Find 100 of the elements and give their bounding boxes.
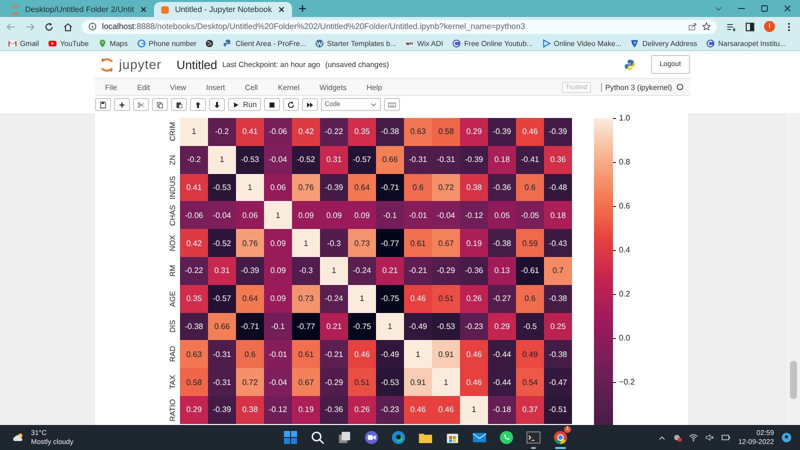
heatmap-cell: -0.2 [180, 146, 208, 174]
side-panel-icon[interactable] [745, 22, 755, 32]
heatmap-cell: 0.41 [236, 118, 264, 146]
heatmap-cell: 0.37 [516, 396, 544, 424]
reading-list-icon[interactable] [726, 22, 736, 32]
letter-w-icon [315, 38, 324, 48]
heatmap-cell: 0.61 [404, 229, 432, 257]
bookmark-icon-button[interactable] [205, 38, 214, 48]
globe-icon [205, 38, 214, 48]
scrollbar-thumb[interactable] [790, 361, 796, 399]
heatmap-cell: 0.91 [404, 368, 432, 396]
scissors-button[interactable] [133, 98, 149, 111]
colorbar-tick-label: 0.0 [619, 334, 630, 342]
clipboard-button[interactable] [171, 98, 187, 111]
heatmap-cell: -0.44 [488, 340, 516, 368]
heatmap-cell: 0.6 [516, 174, 544, 202]
notebook-title[interactable]: Untitled [176, 58, 218, 72]
heatmap-cell: -0.57 [208, 284, 236, 313]
reload-icon[interactable] [44, 22, 54, 32]
heatmap-cell: 0.42 [292, 118, 320, 146]
colorbar-tick-label: 1.0 [619, 114, 630, 122]
stop-button[interactable] [264, 98, 280, 111]
arrow-up-button[interactable] [190, 98, 206, 111]
heatmap-cell: -0.75 [376, 284, 404, 313]
phone-bubble-icon [499, 430, 514, 445]
heatmap-cell: -0.23 [460, 312, 488, 340]
heatmap-cell: -0.31 [208, 368, 236, 396]
maximize-icon[interactable] [760, 4, 769, 13]
heatmap-cell: 0.76 [292, 174, 320, 202]
heatmap-cell: 0.41 [180, 174, 208, 202]
browser-tab[interactable]: Desktop/Untitled Folder 2/Untit [4, 2, 154, 17]
envelope-icon [472, 430, 487, 445]
heatmap-cell: -0.29 [320, 368, 348, 396]
heatmap-cell: 1 [348, 284, 376, 313]
heatmap-cell: -0.48 [544, 174, 572, 202]
speaker-muted-icon[interactable] [705, 433, 714, 442]
wifi-icon[interactable] [689, 433, 698, 442]
heatmap-cell: -0.23 [376, 396, 404, 424]
logo-text: jupyter [119, 57, 162, 72]
heatmap-cell: 0.19 [460, 229, 488, 257]
heatmap-cell: 0.13 [488, 256, 516, 285]
heatmap-cell: 0.09 [264, 284, 292, 313]
share-icon[interactable] [688, 22, 697, 31]
heatmap-cell: 0.38 [236, 396, 264, 424]
heatmap-cell: 0.46 [348, 340, 376, 368]
close-icon[interactable] [276, 5, 286, 14]
windows-logo-icon [283, 430, 298, 445]
heatmap-cell: 0.7 [544, 256, 572, 285]
heatmap-cell: -0.39 [488, 118, 516, 146]
battery-icon[interactable] [721, 433, 732, 442]
heatmap-cell: -0.22 [180, 256, 208, 285]
heatmap-cell: -0.31 [432, 146, 460, 174]
heatmap-cell: 0.66 [208, 312, 236, 340]
heatmap-cell: -0.39 [544, 118, 572, 146]
restart-button[interactable] [282, 98, 299, 111]
heatmap-cell: 0.31 [320, 146, 348, 174]
notebook-icon [160, 4, 170, 14]
heatmap-cell: -0.01 [404, 201, 432, 230]
arrow-down-button[interactable] [209, 98, 225, 111]
heatmap-cell: 0.6 [236, 340, 264, 368]
heatmap-cell: -0.05 [516, 201, 544, 230]
heatmap-cell: 0.26 [460, 284, 488, 313]
fast-forward-icon [306, 100, 314, 108]
heatmap-cell: -0.38 [488, 229, 516, 257]
video-chat-icon [364, 430, 379, 445]
copy-button[interactable] [152, 98, 168, 111]
heatmap-cell: -0.06 [264, 118, 292, 146]
heatmap-cell: 0.58 [432, 118, 460, 146]
logo-arcs-icon [100, 56, 114, 72]
kernel-idle-circle-icon [676, 83, 684, 91]
chevron-up-icon[interactable] [658, 434, 666, 442]
heatmap-cell: 0.29 [488, 312, 516, 340]
fast-forward-button[interactable] [302, 98, 318, 111]
heatmap-cell: 0.73 [348, 229, 376, 257]
heatmap-cell: 1 [320, 256, 348, 285]
browser-tab[interactable]: Untitled - Jupyter Notebook [154, 2, 292, 17]
heatmap-cell: -0.75 [348, 312, 376, 340]
address-bar[interactable]: localhost:8888/notebooks/Desktop/Untitled%20Folder%202/Untitled%20Folder/Untitled.ipynb?kernel_name=python3 [82, 20, 717, 34]
heatmap-cell: -0.53 [432, 312, 460, 340]
heatmap-cell: -0.39 [320, 174, 348, 202]
close-icon[interactable] [783, 4, 792, 13]
heatmap-cell: 0.31 [208, 256, 236, 285]
heatmap-cell: -0.18 [488, 396, 516, 424]
snake-logo-icon [624, 58, 636, 70]
plus-icon[interactable] [298, 4, 307, 13]
heatmap-cell: 0.09 [264, 256, 292, 285]
plus-button[interactable] [114, 98, 130, 111]
keyboard-icon [388, 100, 396, 108]
heatmap-cell: 0.21 [320, 312, 348, 340]
home-icon[interactable] [63, 22, 73, 32]
heatmap-cell: 0.09 [264, 229, 292, 257]
star-icon[interactable] [702, 22, 711, 31]
heatmap-cell: -0.04 [264, 146, 292, 174]
arrow-up-icon [194, 100, 202, 108]
close-icon[interactable] [138, 5, 148, 14]
heatmap-cell: -0.39 [460, 146, 488, 174]
heatmap-cell: -0.71 [236, 312, 264, 340]
save-button[interactable] [95, 98, 111, 111]
heatmap-cell: -0.43 [544, 229, 572, 257]
heatmap-cell: -0.38 [376, 118, 404, 146]
